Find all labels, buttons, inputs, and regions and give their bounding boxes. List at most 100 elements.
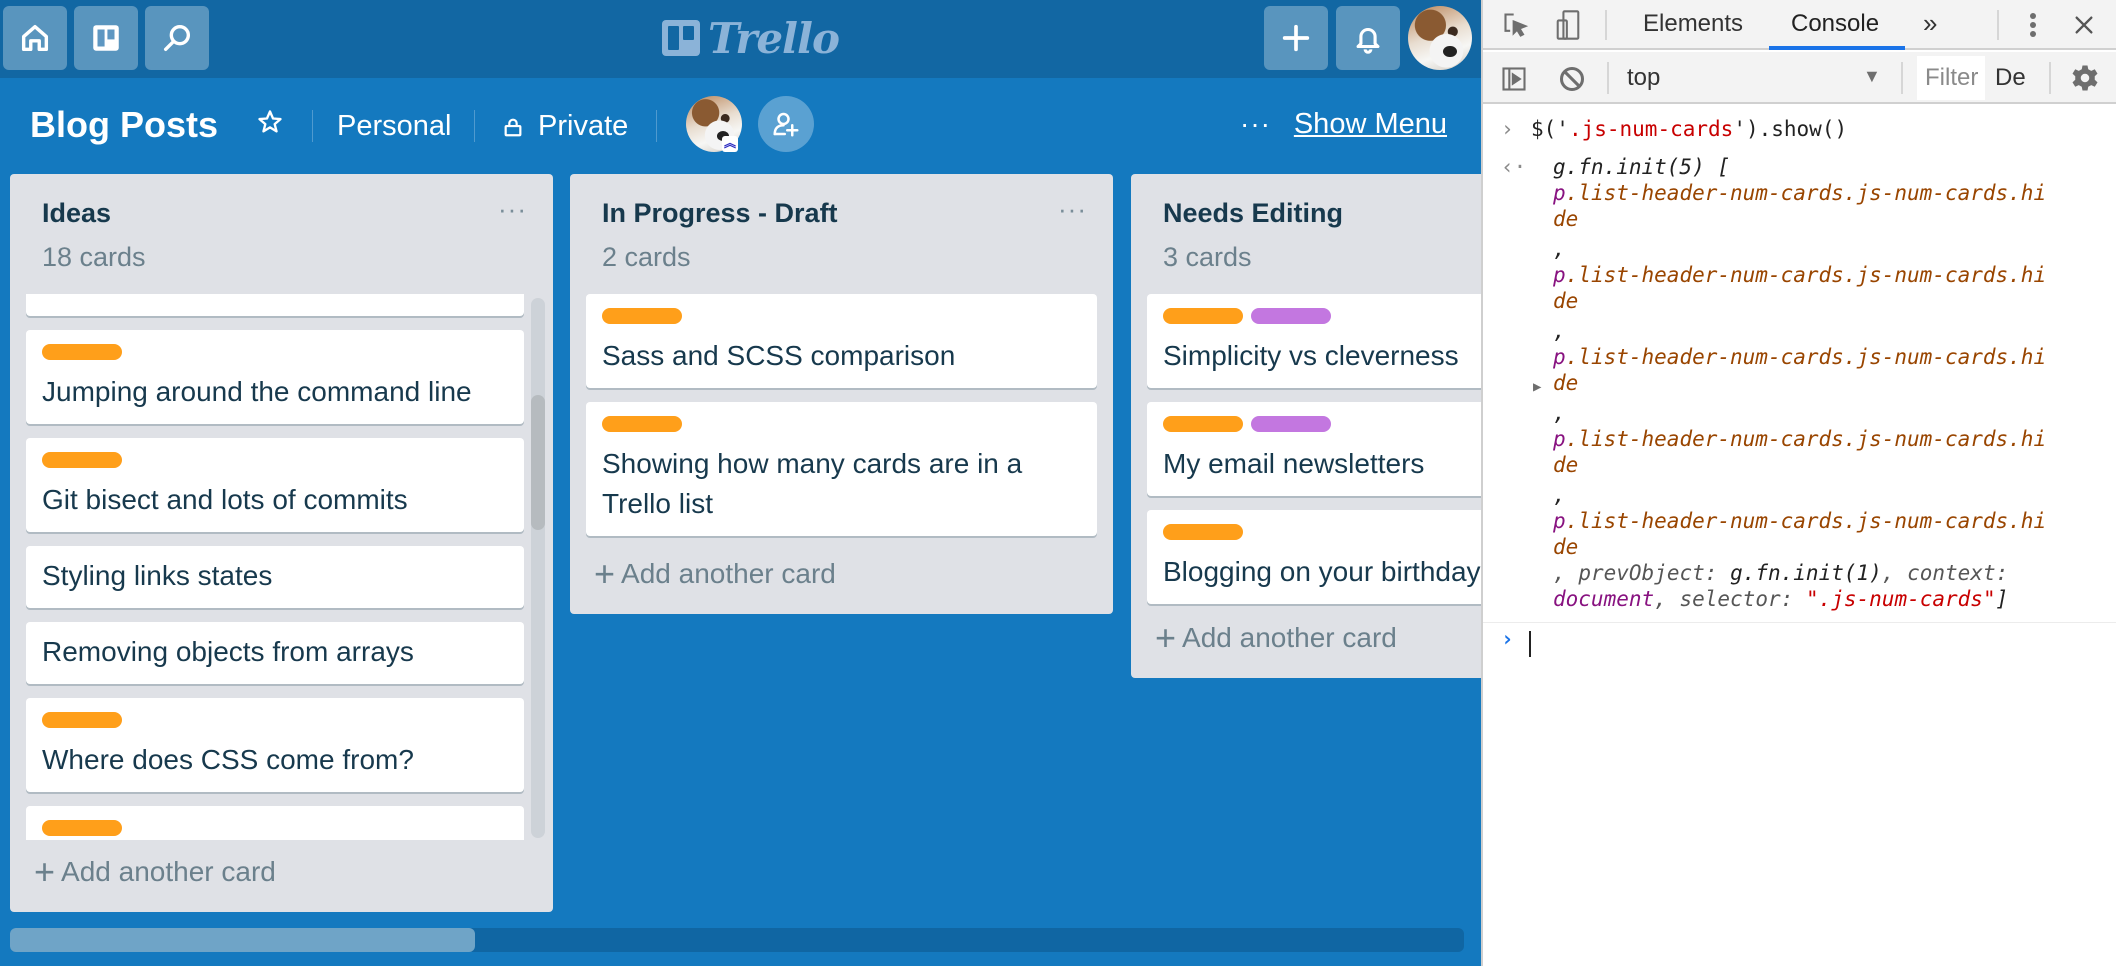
home-button[interactable] bbox=[3, 6, 67, 70]
card-labels bbox=[42, 344, 510, 360]
board-scrollbar-thumb[interactable] bbox=[10, 928, 476, 952]
admin-chevron-icon: ︽ bbox=[722, 136, 738, 152]
clear-console-button[interactable] bbox=[1557, 64, 1587, 94]
trello-logo-text: Trello bbox=[708, 13, 840, 63]
console-command-line: › $('.js-num-cards').show() bbox=[1483, 116, 2116, 142]
star-icon bbox=[258, 110, 282, 133]
node-class: .list-header-num-cards.js-num-cards.hi bbox=[1565, 509, 2047, 533]
user-avatar[interactable] bbox=[1408, 6, 1472, 70]
list-title[interactable]: In Progress - Draft bbox=[602, 198, 838, 229]
add-card-button[interactable]: + Add another card bbox=[34, 854, 276, 890]
star-button[interactable] bbox=[256, 108, 284, 136]
list-cards: Flex vs inline flex Jumping around the co… bbox=[26, 294, 524, 840]
more-tabs-button[interactable]: » bbox=[1923, 8, 1937, 39]
card[interactable]: Sass and SCSS comparison bbox=[586, 294, 1097, 388]
list-menu-icon[interactable]: ··· bbox=[1058, 194, 1087, 225]
card[interactable]: Where does CSS come from? bbox=[26, 698, 524, 792]
boards-icon bbox=[93, 25, 119, 51]
devtools-panel: Elements Console » top ▼ Filter De › $('… bbox=[1481, 0, 2116, 966]
plus-icon bbox=[1282, 24, 1310, 52]
list-cards-viewport: Flex vs inline flex Jumping around the co… bbox=[26, 294, 524, 840]
label-orange bbox=[42, 712, 122, 728]
more-icon[interactable]: ··· bbox=[1240, 108, 1271, 140]
list-title[interactable]: Ideas bbox=[42, 198, 111, 229]
board-title[interactable]: Blog Posts bbox=[30, 104, 218, 146]
expand-triangle-icon[interactable]: ▶ bbox=[1533, 374, 1541, 400]
node-class-cont: de bbox=[1553, 371, 1579, 395]
gear-icon bbox=[2072, 65, 2098, 91]
node-tag: p bbox=[1553, 427, 1566, 451]
tab-console[interactable]: Console bbox=[1791, 10, 1879, 38]
card[interactable]: Removing objects from arrays bbox=[26, 622, 524, 684]
card-labels bbox=[602, 308, 1083, 324]
log-levels-dropdown[interactable]: De bbox=[1995, 64, 2026, 92]
add-card-label: Add another card bbox=[1182, 622, 1397, 653]
console-input[interactable]: › bbox=[1483, 622, 2116, 662]
card[interactable]: Blogging on your birthday bbox=[1147, 510, 1481, 604]
context-value: document bbox=[1553, 587, 1655, 611]
list-menu-icon[interactable]: ··· bbox=[498, 194, 527, 225]
card-labels bbox=[1163, 524, 1481, 540]
create-button[interactable] bbox=[1264, 6, 1328, 70]
tab-elements[interactable]: Elements bbox=[1643, 10, 1743, 38]
result-node[interactable]: p.list-header-num-cards.js-num-cards.hi d… bbox=[1483, 344, 2116, 396]
label-orange bbox=[1163, 524, 1243, 540]
devtools-menu-button[interactable] bbox=[2023, 10, 2043, 40]
add-member-icon bbox=[773, 112, 799, 137]
trello-logo[interactable]: Trello bbox=[662, 13, 840, 63]
card[interactable] bbox=[26, 806, 524, 840]
comma: , bbox=[1654, 587, 1667, 611]
show-sidebar-button[interactable] bbox=[1499, 64, 1529, 94]
card-title: Showing how many cards are in a bbox=[602, 448, 1023, 479]
card[interactable]: Styling links states bbox=[26, 546, 524, 608]
inspect-element-button[interactable] bbox=[1501, 10, 1531, 40]
card-title: Sass and SCSS comparison bbox=[602, 340, 956, 371]
card[interactable]: Flex vs inline flex bbox=[26, 294, 524, 316]
card-title: My email newsletters bbox=[1163, 448, 1425, 479]
console-filter-input[interactable]: Filter bbox=[1917, 56, 1985, 100]
close-devtools-button[interactable] bbox=[2071, 12, 2097, 38]
board-horizontal-scrollbar[interactable] bbox=[10, 928, 1464, 952]
colon: : bbox=[1995, 561, 2009, 585]
list-scrollbar-thumb[interactable] bbox=[531, 395, 545, 531]
visibility-button[interactable]: Private bbox=[502, 110, 628, 143]
team-button[interactable]: Personal bbox=[337, 110, 451, 143]
separator: , bbox=[1553, 401, 1566, 425]
show-menu-link[interactable]: Show Menu bbox=[1294, 108, 1447, 141]
boards-button[interactable] bbox=[74, 6, 138, 70]
context-selector[interactable]: top bbox=[1627, 64, 1660, 92]
add-card-button[interactable]: + Add another card bbox=[594, 553, 836, 594]
plus-icon: + bbox=[594, 553, 616, 594]
console-result-head[interactable]: ‹· g.fn.init(5) [ bbox=[1483, 154, 2116, 180]
add-card-button[interactable]: + Add another card bbox=[1155, 620, 1397, 656]
dropdown-arrow-icon[interactable]: ▼ bbox=[1863, 66, 1881, 87]
card[interactable]: Simplicity vs cleverness bbox=[1147, 294, 1481, 388]
notifications-button[interactable] bbox=[1336, 6, 1400, 70]
label-orange bbox=[42, 820, 122, 836]
separator: , bbox=[1553, 561, 1566, 585]
card-title: Blogging on your birthday bbox=[1163, 556, 1481, 587]
add-card-label: Add another card bbox=[621, 558, 836, 589]
device-toolbar-button[interactable] bbox=[1553, 8, 1583, 42]
node-tag: p bbox=[1553, 509, 1566, 533]
card[interactable]: My email newsletters bbox=[1147, 402, 1481, 496]
card-labels bbox=[1163, 308, 1481, 324]
input-prompt-icon: › bbox=[1501, 627, 1514, 651]
separator: , bbox=[1553, 483, 1566, 507]
list-title[interactable]: Needs Editing bbox=[1163, 198, 1343, 229]
command-suffix: ').show() bbox=[1733, 117, 1848, 141]
console-command[interactable]: $('.js-num-cards').show() bbox=[1531, 117, 1847, 141]
result-node[interactable]: p.list-header-num-cards.js-num-cards.hi d… bbox=[1483, 508, 2116, 560]
console-settings-button[interactable] bbox=[2069, 62, 2101, 94]
result-node[interactable]: p.list-header-num-cards.js-num-cards.hi d… bbox=[1483, 262, 2116, 314]
card[interactable]: Showing how many cards are in a Trello li… bbox=[586, 402, 1097, 536]
card[interactable]: Jumping around the command line bbox=[26, 330, 524, 424]
search-button[interactable] bbox=[145, 6, 209, 70]
result-node[interactable]: p.list-header-num-cards.js-num-cards.hi d… bbox=[1483, 180, 2116, 232]
add-member-button[interactable] bbox=[758, 96, 814, 152]
card[interactable]: Git bisect and lots of commits bbox=[26, 438, 524, 532]
clear-console-icon bbox=[1559, 66, 1585, 92]
list-scrollbar[interactable] bbox=[531, 298, 545, 838]
result-node[interactable]: p.list-header-num-cards.js-num-cards.hi d… bbox=[1483, 426, 2116, 478]
node-tag: p bbox=[1553, 263, 1566, 287]
